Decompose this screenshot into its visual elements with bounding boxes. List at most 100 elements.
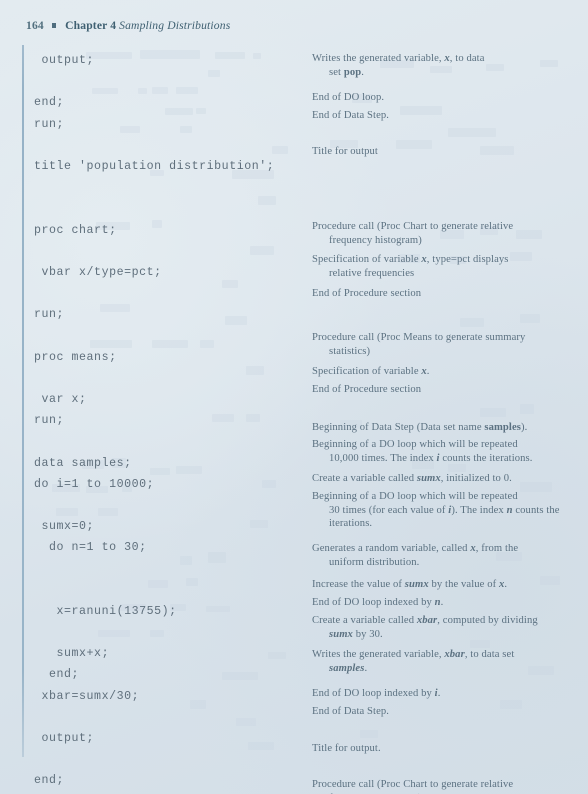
description-entry: Beginning of a DO loop which will be rep… (312, 438, 533, 465)
code-line: title 'population distribution'; (34, 159, 275, 173)
description-entry: Procedure call (Proc Chart to generate r… (312, 220, 513, 247)
description-entry: End of DO loop indexed by i. (312, 687, 440, 701)
text-run: Writes the generated variable, (312, 649, 445, 660)
variable-name: xbar (416, 615, 438, 626)
text-run: by the value of (428, 579, 499, 590)
text-run: Specification of variable (312, 366, 422, 377)
description-entry: Beginning of Data Step (Data set name sa… (312, 421, 527, 435)
text-run: , type=pct displays (426, 254, 509, 265)
code-line: proc means; (34, 350, 117, 364)
description-line: End of DO loop indexed by n. (312, 596, 443, 610)
variable-name: samples (329, 662, 365, 674)
description-entry: Increase the value of sumx by the value … (312, 578, 507, 592)
text-run: End of DO loop indexed by (312, 688, 435, 699)
text-run: End of Procedure section (312, 384, 422, 395)
text-run: . (437, 688, 441, 699)
description-line: End of Procedure section (312, 383, 421, 397)
code-line: do n=1 to 30; (34, 541, 147, 555)
text-run: relative frequencies (329, 267, 415, 279)
description-line: frequency histogram) (312, 234, 513, 248)
description-entry: Create a variable called xbar, computed … (312, 614, 538, 641)
variable-name: samples (484, 422, 521, 433)
code-line: data samples; (34, 456, 132, 470)
text-run: 30 times (for each value of (329, 504, 449, 516)
description-line: Create a variable called xbar, computed … (312, 614, 538, 628)
text-run: , initialized to 0. (440, 473, 512, 484)
description-line: Writes the generated variable, xbar, to … (312, 648, 514, 662)
book-page: 164 Chapter 4 Sampling Distributions out… (0, 0, 588, 794)
description-line: Specification of variable x, type=pct di… (312, 253, 509, 267)
description-entry: Writes the generated variable, xbar, to … (312, 648, 514, 675)
bleedthrough-blob (460, 318, 484, 327)
text-run: Create a variable called (312, 615, 417, 626)
code-line: vbar x/type=pct; (34, 265, 162, 279)
description-entry: Specification of variable x, type=pct di… (312, 253, 509, 280)
text-run: set (329, 66, 344, 78)
description-entry: Title for output. (312, 742, 381, 756)
bleedthrough-blob (528, 666, 554, 675)
code-line: proc chart; (34, 223, 117, 237)
text-run: Procedure call (Proc Means to generate s… (312, 332, 526, 343)
code-line: output; (34, 54, 95, 67)
description-entry: Title for output (312, 145, 378, 159)
description-entry: Writes the generated variable, x, to dat… (312, 52, 485, 79)
text-run: Increase the value of (312, 579, 405, 590)
chapter-label: Chapter 4 (65, 19, 117, 32)
bleedthrough-blob (520, 404, 534, 414)
text-run: frequency histogram) (329, 234, 422, 246)
text-run: Procedure call (Proc Chart to generate r… (312, 779, 514, 790)
description-line: statistics) (312, 345, 525, 359)
description-line: samples. (312, 662, 514, 676)
description-line: relative frequencies (312, 267, 509, 281)
text-run: uniform distribution. (329, 556, 420, 568)
text-run: Beginning of a DO loop which will be rep… (312, 439, 518, 450)
description-line: Title for output. (312, 742, 381, 756)
text-run: statistics) (329, 345, 371, 357)
bleedthrough-blob (448, 128, 496, 137)
bleedthrough-blob (520, 314, 540, 323)
text-run: End of DO loop indexed by (312, 597, 435, 608)
page-header: 164 Chapter 4 Sampling Distributions (26, 19, 230, 32)
text-run: iterations. (329, 518, 373, 530)
bleedthrough-blob (486, 64, 504, 71)
description-line: uniform distribution. (312, 556, 518, 570)
description-line: iterations. (312, 517, 560, 531)
code-line: run; (34, 414, 65, 428)
code-line: var x; (34, 393, 87, 406)
description-line: Procedure call (Proc Chart to generate r… (312, 778, 513, 792)
bleedthrough-blob (480, 408, 506, 417)
description-line: End of Data Step. (312, 705, 389, 719)
code-line: run; (34, 117, 65, 131)
description-line: 10,000 times. The index i counts the ite… (312, 452, 533, 466)
description-line: End of DO loop indexed by i. (312, 687, 440, 701)
bleedthrough-blob (470, 640, 490, 648)
variable-name: sumx (404, 579, 429, 590)
text-run: Title for output (312, 146, 378, 157)
code-line: do i=1 to 10000; (34, 477, 155, 491)
bleedthrough-blob (396, 140, 432, 149)
description-line: Specification of variable x. (312, 365, 430, 379)
text-run: . (504, 579, 508, 590)
text-run: counts the iterations. (439, 452, 533, 464)
code-line: run; (34, 308, 65, 322)
variable-name: xbar (444, 649, 465, 660)
description-line: End of Data Step. (312, 109, 389, 123)
variable-name: sumx (329, 628, 353, 640)
text-run: , to data set (464, 649, 515, 660)
text-run: ). The index (451, 504, 507, 516)
description-entry: Create a variable called sumx, initializ… (312, 472, 512, 486)
description-line: Beginning of a DO loop which will be rep… (312, 490, 560, 504)
text-run: Writes the generated variable, (312, 53, 445, 64)
description-line: Beginning of Data Step (Data set name sa… (312, 421, 527, 435)
description-line: Writes the generated variable, x, to dat… (312, 52, 485, 66)
description-entry: End of Procedure section (312, 287, 421, 301)
text-run: . (440, 597, 444, 608)
